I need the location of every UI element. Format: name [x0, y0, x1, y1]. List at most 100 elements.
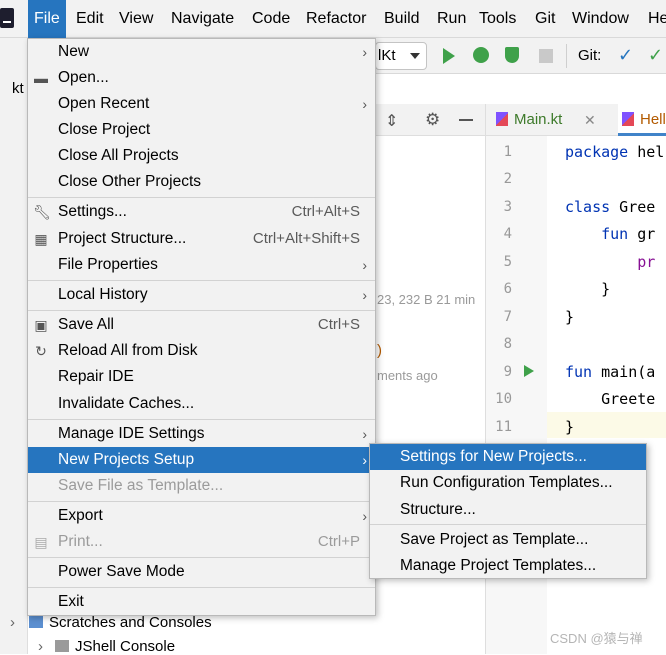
submenu-item-save-project-as-template[interactable]: Save Project as Template...: [370, 527, 646, 553]
submenu-item-structure[interactable]: Structure...: [370, 497, 646, 523]
run-icon[interactable]: [443, 48, 455, 64]
close-icon[interactable]: ✕: [584, 104, 596, 136]
code-line: Greete: [565, 390, 656, 408]
project-structure-icon: ▦: [34, 231, 48, 247]
submenu-item-manage-project-templates[interactable]: Manage Project Templates...: [370, 553, 646, 579]
menu-item-power-save-mode[interactable]: Power Save Mode: [28, 559, 375, 585]
submenu-item-settings-for-new-projects[interactable]: Settings for New Projects...: [370, 444, 646, 470]
menu-separator: [370, 524, 646, 525]
coverage-icon[interactable]: [505, 47, 519, 63]
git-update-icon[interactable]: ✓: [618, 46, 633, 64]
menu-item-invalidate-caches[interactable]: Invalidate Caches...: [28, 391, 375, 417]
hide-panel-icon[interactable]: [459, 119, 473, 121]
submenu-item-run-configuration-templates[interactable]: Run Configuration Templates...: [370, 470, 646, 496]
menu-item-exit[interactable]: Exit: [28, 589, 375, 615]
menu-item-close-all-projects[interactable]: Close All Projects: [28, 143, 375, 169]
tab-hello-kt[interactable]: Hell: [618, 104, 666, 136]
menu-help[interactable]: He: [642, 0, 666, 38]
tab-label: Main.kt: [514, 111, 563, 128]
stop-icon[interactable]: [539, 49, 553, 63]
git-label: Git:: [578, 47, 602, 64]
menu-build[interactable]: Build: [378, 0, 426, 38]
menu-item-open-recent[interactable]: Open Recent ›: [28, 91, 375, 117]
line-number: 10: [495, 391, 512, 407]
chevron-right-icon: ›: [362, 426, 367, 442]
project-panel-header: ⇕ ⚙: [375, 104, 485, 136]
menu-item-settings[interactable]: 🔧︎ Settings... Ctrl+Alt+S: [28, 199, 375, 225]
menu-view[interactable]: View: [113, 0, 159, 38]
menu-code[interactable]: Code: [246, 0, 296, 38]
menu-item-open[interactable]: ▬ Open...: [28, 65, 375, 91]
menu-item-close-other-projects[interactable]: Close Other Projects: [28, 169, 375, 195]
menu-refactor[interactable]: Refactor: [300, 0, 372, 38]
line-number: 8: [503, 336, 512, 352]
menu-run[interactable]: Run: [431, 0, 472, 38]
menu-edit[interactable]: Edit: [70, 0, 110, 38]
project-tab-label[interactable]: kt: [12, 80, 24, 97]
collapse-all-icon[interactable]: ⇕: [385, 111, 398, 131]
menu-item-new[interactable]: New ›: [28, 39, 375, 65]
line-number: 7: [503, 309, 512, 325]
line-number: 9: [503, 364, 512, 380]
code-line: fun gr: [565, 225, 656, 243]
save-icon: ▣: [34, 317, 48, 333]
run-configuration-dropdown[interactable]: lKt: [375, 42, 427, 70]
menu-tools[interactable]: Tools: [473, 0, 522, 38]
chevron-right-icon: ›: [362, 96, 367, 112]
menu-item-save-all[interactable]: ▣ Save All Ctrl+S: [28, 312, 375, 338]
folder-icon: [55, 640, 69, 652]
menu-item-manage-ide-settings[interactable]: Manage IDE Settings ›: [28, 421, 375, 447]
line-number: 6: [503, 281, 512, 297]
tab-label: Hell: [640, 111, 666, 128]
intellij-logo-icon: [0, 8, 14, 28]
menu-file[interactable]: File: [28, 0, 66, 38]
menu-item-save-file-as-template[interactable]: Save File as Template...: [28, 473, 375, 499]
watermark-text: CSDN @猿与禅: [550, 631, 643, 646]
line-number: 3: [503, 199, 512, 215]
menu-item-reload-all[interactable]: ↻ Reload All from Disk: [28, 338, 375, 364]
line-number: 5: [503, 254, 512, 270]
menu-item-export[interactable]: Export ›: [28, 503, 375, 529]
run-gutter-icon[interactable]: [524, 365, 534, 377]
code-line: }: [565, 308, 575, 326]
tree-paren-text: ): [377, 342, 382, 359]
chevron-down-icon: [410, 53, 420, 59]
menu-item-close-project[interactable]: Close Project: [28, 117, 375, 143]
menu-item-local-history[interactable]: Local History ›: [28, 282, 375, 308]
menu-item-file-properties[interactable]: File Properties ›: [28, 252, 375, 278]
menu-separator: [28, 557, 375, 558]
menu-item-repair-ide[interactable]: Repair IDE: [28, 364, 375, 390]
tree-item-jshell[interactable]: › JShell Console: [38, 638, 175, 655]
menu-git[interactable]: Git: [529, 0, 561, 38]
line-number: 1: [503, 144, 512, 160]
reload-icon: ↻: [35, 343, 47, 359]
code-line: pr: [565, 253, 656, 271]
folder-open-icon: ▬: [34, 70, 48, 86]
tab-main-kt[interactable]: Main.kt: [496, 104, 562, 136]
menu-item-project-structure[interactable]: ▦ Project Structure... Ctrl+Alt+Shift+S: [28, 226, 375, 252]
chevron-right-icon: ›: [362, 287, 367, 303]
menu-item-new-projects-setup[interactable]: New Projects Setup ›: [28, 447, 375, 473]
git-commit-icon[interactable]: ✓: [648, 46, 663, 64]
menu-separator: [28, 419, 375, 420]
file-menu-dropdown: New › ▬ Open... Open Recent › Close Project…: [27, 38, 376, 616]
menu-item-print[interactable]: ▤ Print... Ctrl+P: [28, 529, 375, 555]
tree-item-scratches[interactable]: › Scratches and Consoles: [10, 614, 212, 631]
chevron-right-icon: ›: [362, 257, 367, 273]
kotlin-file-icon: [622, 112, 634, 126]
chevron-right-icon: ›: [362, 44, 367, 60]
menu-window[interactable]: Window: [566, 0, 635, 38]
menu-separator: [28, 310, 375, 311]
menu-separator: [28, 587, 375, 588]
chevron-right-icon: ›: [10, 614, 15, 631]
toolbar-divider: [566, 44, 567, 68]
kotlin-file-icon: [496, 112, 508, 126]
left-tool-strip: kt: [0, 38, 28, 654]
debug-icon[interactable]: [473, 47, 489, 63]
main-toolbar: lKt Git: ✓ ✓: [375, 38, 666, 74]
menu-navigate[interactable]: Navigate: [165, 0, 240, 38]
line-number: 2: [503, 171, 512, 187]
file-info-text: 23, 232 B 21 min: [377, 292, 476, 307]
gear-icon[interactable]: ⚙: [425, 110, 440, 130]
chevron-right-icon: ›: [362, 508, 367, 524]
